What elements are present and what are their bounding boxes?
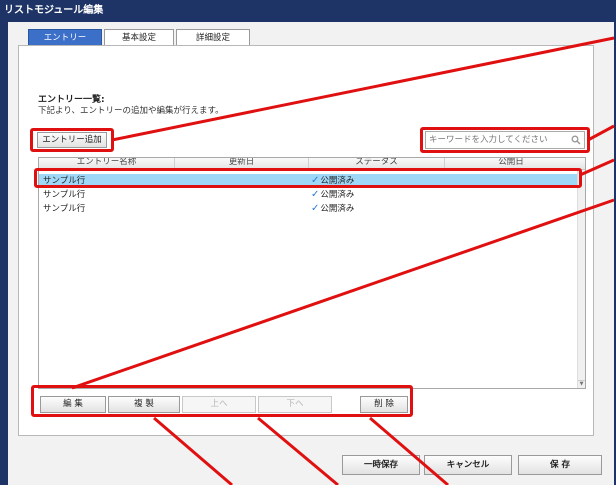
table-header: エントリー名称 更新日 ステータス 公開日 xyxy=(39,158,585,170)
move-down-button[interactable]: 下へ xyxy=(258,396,332,413)
delete-button[interactable]: 削 除 xyxy=(360,396,408,413)
save-button[interactable]: 保 存 xyxy=(518,455,602,475)
row-name: サンプル行 xyxy=(43,176,86,186)
scroll-down-arrow-icon[interactable]: ▼ xyxy=(578,380,585,388)
duplicate-button[interactable]: 複 製 xyxy=(108,396,180,413)
section-description: 下記より、エントリーの追加や編集が行えます。 xyxy=(38,106,224,116)
search-input[interactable] xyxy=(426,132,566,148)
table-row[interactable]: サンプル行 ✓公開済み xyxy=(39,174,577,188)
vertical-scrollbar[interactable]: ▼ xyxy=(577,170,585,388)
search-box xyxy=(425,131,585,149)
row-name: サンプル行 xyxy=(43,204,86,214)
row-status: 公開済み xyxy=(320,190,355,200)
edit-button[interactable]: 編 集 xyxy=(40,396,106,413)
temp-save-button[interactable]: 一時保存 xyxy=(342,455,420,475)
column-header-status[interactable]: ステータス xyxy=(309,158,445,170)
table-row[interactable]: サンプル行 ✓公開済み xyxy=(39,202,577,216)
table-row[interactable]: サンプル行 ✓公開済み xyxy=(39,188,577,202)
check-icon: ✓ xyxy=(311,203,320,214)
check-icon: ✓ xyxy=(311,175,320,186)
column-header-published[interactable]: 公開日 xyxy=(445,158,577,170)
cancel-button[interactable]: キャンセル xyxy=(424,455,512,475)
move-up-button[interactable]: 上へ xyxy=(182,396,256,413)
row-name: サンプル行 xyxy=(43,190,86,200)
tab-basic-settings[interactable]: 基本設定 xyxy=(104,29,174,46)
tab-entry[interactable]: エントリー xyxy=(28,29,102,46)
check-icon: ✓ xyxy=(311,189,320,200)
row-status: 公開済み xyxy=(320,204,355,214)
magnifier-icon[interactable] xyxy=(571,135,581,145)
column-header-name[interactable]: エントリー名称 xyxy=(39,158,175,170)
add-entry-button[interactable]: エントリー追加 xyxy=(37,132,107,148)
entry-table: エントリー名称 更新日 ステータス 公開日 サンプル行 ✓公開済み サンプル行 … xyxy=(38,157,586,389)
tab-detail-settings[interactable]: 詳細設定 xyxy=(176,29,250,46)
window-title: リストモジュール編集 xyxy=(4,5,104,16)
column-header-updated[interactable]: 更新日 xyxy=(175,158,309,170)
row-status: 公開済み xyxy=(320,176,355,186)
